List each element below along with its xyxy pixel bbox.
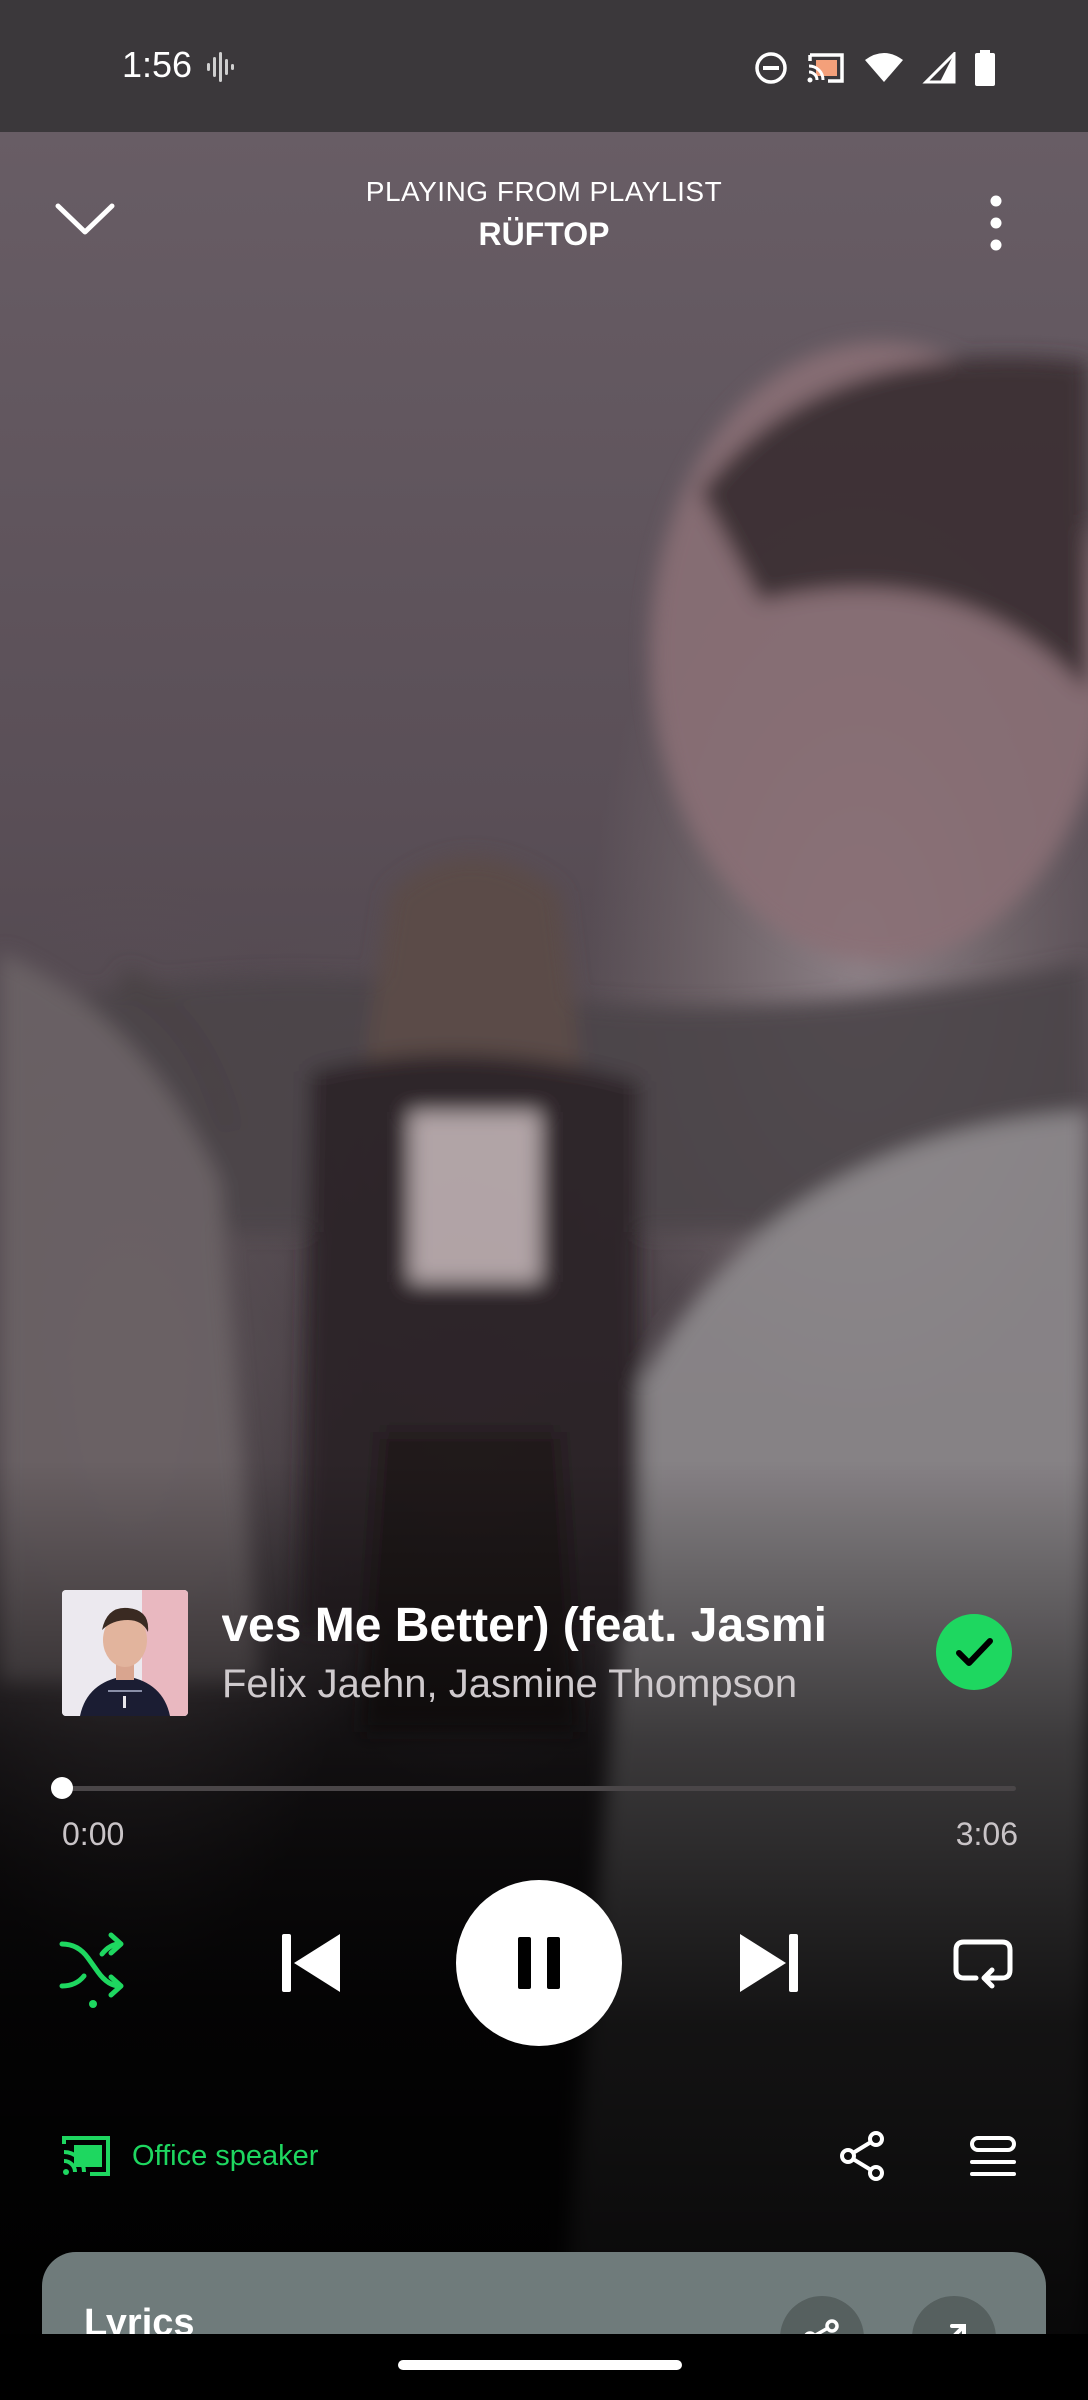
checkmark-icon — [956, 1638, 993, 1666]
player-header: PLAYING FROM PLAYLIST RÜFTOP — [0, 160, 1088, 270]
status-bar: 1:56 — [0, 0, 1088, 132]
album-cover[interactable] — [62, 1590, 188, 1716]
total-time: 3:06 — [955, 1816, 1018, 1852]
cast-icon — [807, 53, 844, 83]
pause-icon — [518, 1937, 560, 1989]
progress-bar[interactable] — [51, 1777, 1016, 1799]
connect-device-button[interactable]: Office speaker — [60, 2130, 318, 2182]
pause-button[interactable] — [456, 1880, 622, 2046]
queue-icon[interactable] — [968, 2134, 1018, 2180]
now-playing-screen: 1:56 PLAYING FROM PLAYLIST RÜFTOP oves M… — [0, 0, 1088, 2400]
playlist-name[interactable]: RÜFTOP — [0, 216, 1088, 253]
battery-icon — [975, 50, 995, 86]
status-time: 1:56 — [122, 44, 193, 85]
track-artists[interactable]: Felix Jaehn, Jasmine Thompson — [222, 1662, 797, 1707]
track-title-container: oves Me Better) (feat. Jasmi — [222, 1598, 846, 1658]
progress-track — [62, 1786, 1016, 1791]
more-options-icon[interactable] — [966, 178, 1026, 268]
album-cover-art — [62, 1590, 188, 1716]
status-icons — [754, 48, 996, 88]
elapsed-time: 0:00 — [62, 1816, 125, 1852]
previous-track-icon[interactable] — [278, 1930, 344, 1996]
repeat-icon[interactable] — [952, 1932, 1014, 1992]
next-track-icon[interactable] — [736, 1930, 802, 1996]
track-info: oves Me Better) (feat. Jasmi Felix Jaehn… — [0, 1590, 1088, 1716]
do-not-disturb-icon — [755, 52, 787, 84]
shuffle-icon[interactable] — [58, 1928, 128, 2008]
home-indicator[interactable] — [398, 2360, 682, 2370]
track-title[interactable]: oves Me Better) (feat. Jasmi — [222, 1598, 827, 1653]
progress-knob[interactable] — [51, 1777, 73, 1799]
cast-connected-icon — [62, 2136, 110, 2176]
share-icon[interactable] — [838, 2130, 888, 2182]
cell-signal-icon — [922, 52, 956, 84]
system-navigation-bar — [0, 2334, 1088, 2400]
playing-from-label: PLAYING FROM PLAYLIST — [365, 176, 723, 207]
device-and-actions-row: Office speaker — [0, 2124, 1088, 2188]
playback-controls — [0, 1878, 1088, 2048]
voice-recording-icon — [207, 52, 234, 82]
liked-button[interactable] — [936, 1614, 1012, 1690]
device-name: Office speaker — [132, 2139, 319, 2172]
wifi-icon — [865, 53, 903, 82]
